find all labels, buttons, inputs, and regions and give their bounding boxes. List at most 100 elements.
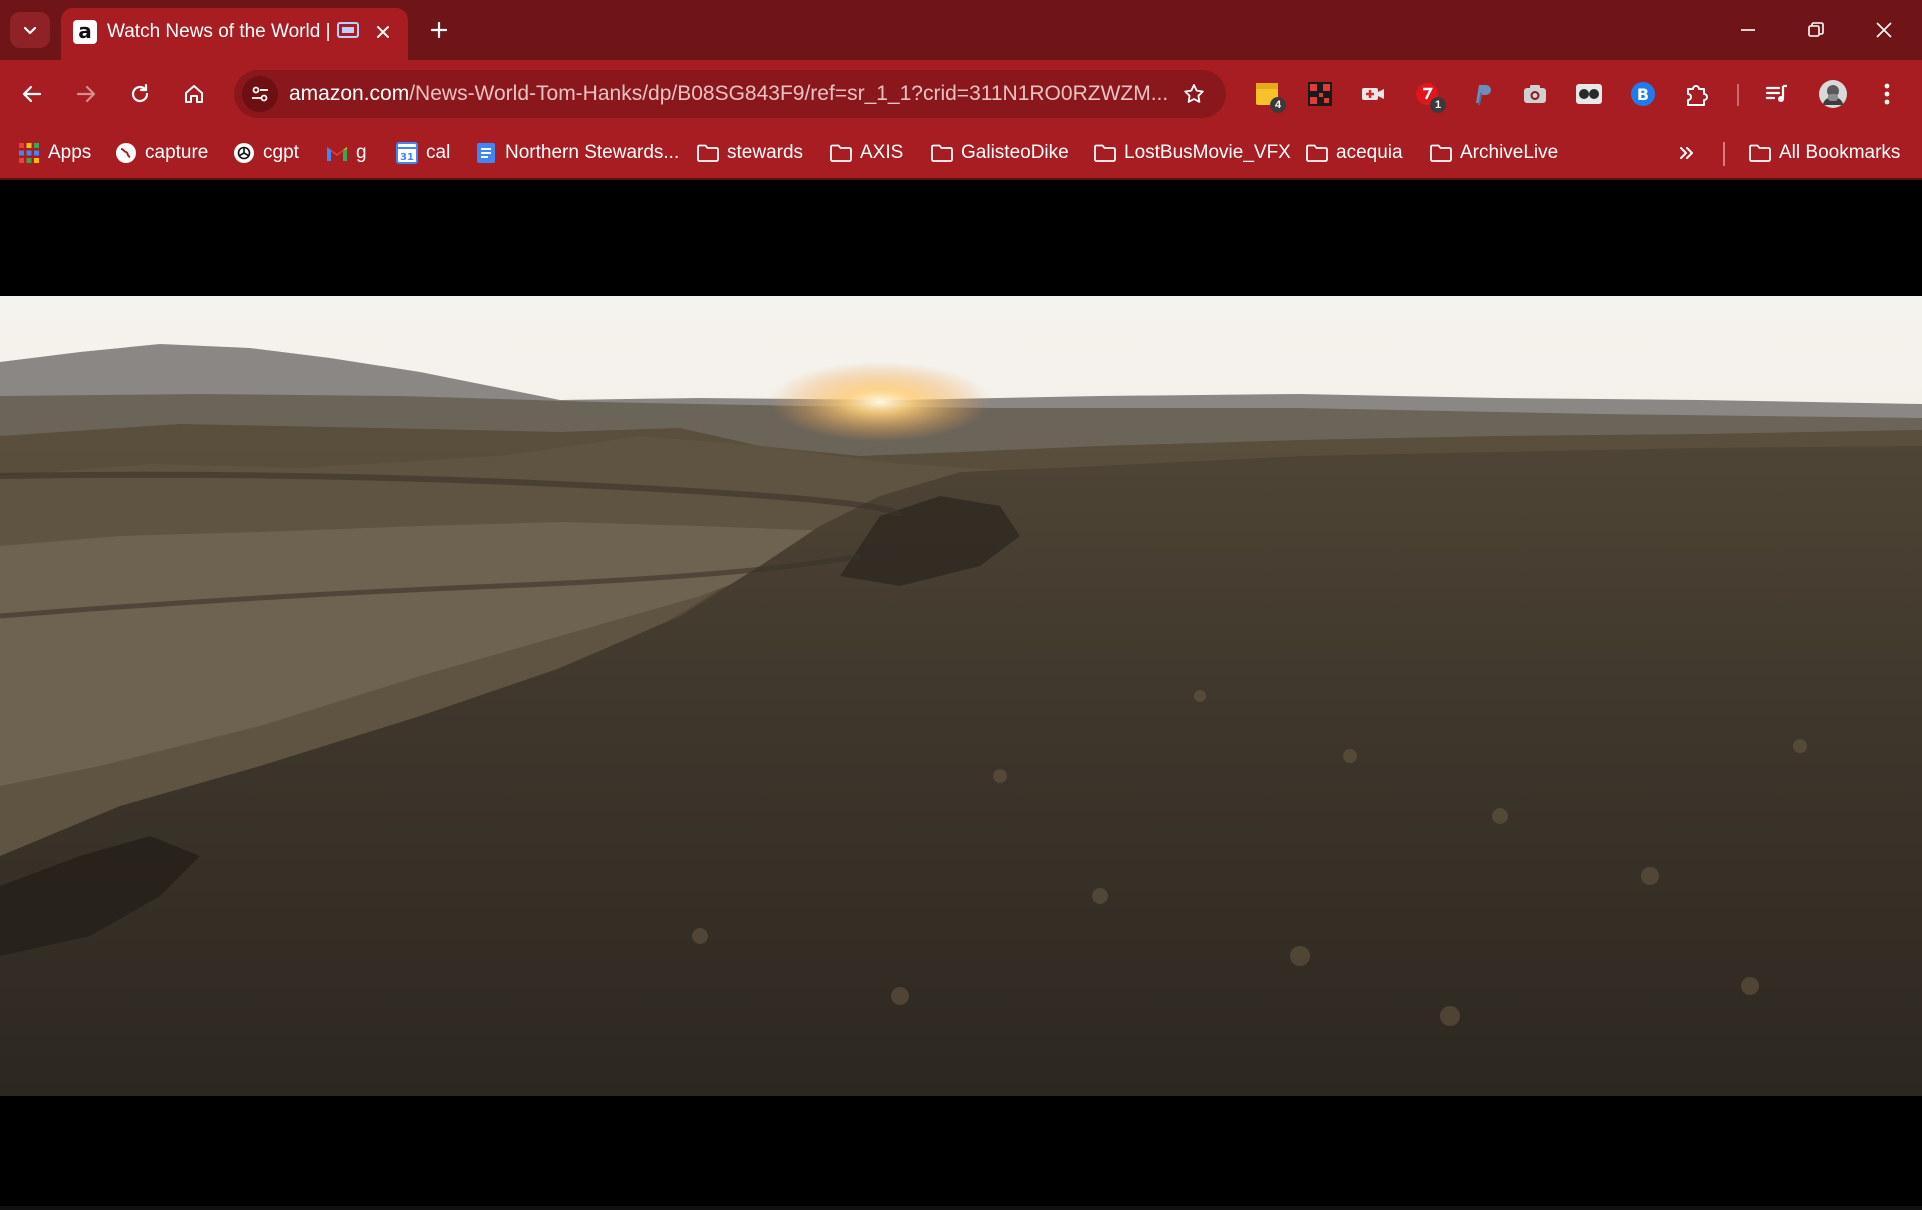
browser-menu-button[interactable] xyxy=(1870,77,1904,111)
restore-button[interactable] xyxy=(1788,10,1844,50)
paypal-extension-button[interactable] xyxy=(1464,77,1498,111)
tab-close-button[interactable] xyxy=(371,20,395,44)
qr-code-extension-button[interactable] xyxy=(1303,77,1337,111)
bottom-edge xyxy=(0,1206,1922,1210)
reload-button[interactable] xyxy=(120,74,160,114)
bookmark-capture[interactable]: capture xyxy=(115,138,208,168)
red-extension-button[interactable]: 1 xyxy=(1410,77,1446,113)
forward-button[interactable] xyxy=(66,74,106,114)
calendar-icon: 31 xyxy=(396,142,418,164)
folder-icon xyxy=(931,142,953,164)
folder-icon xyxy=(1094,142,1116,164)
folder-icon xyxy=(1306,142,1328,164)
home-icon xyxy=(185,85,203,103)
bookmark-folder-acequia[interactable]: acequia xyxy=(1306,138,1403,168)
globe-icon xyxy=(115,142,137,164)
minimize-icon xyxy=(1741,29,1755,31)
svg-text:31: 31 xyxy=(400,152,414,163)
media-controls-button[interactable] xyxy=(1760,77,1794,111)
playlist-music-icon xyxy=(1765,84,1787,102)
bookmark-label: LostBusMovie_VFX xyxy=(1124,142,1291,163)
home-button[interactable] xyxy=(174,74,214,114)
bookmark-label: Northern Stewards... xyxy=(505,142,680,163)
close-window-button[interactable] xyxy=(1856,10,1912,50)
profile-avatar-button[interactable] xyxy=(1816,77,1850,111)
bookmark-label: Apps xyxy=(48,142,92,163)
plus-icon xyxy=(430,21,448,39)
more-vertical-icon xyxy=(1884,83,1890,105)
bookmark-folder-galisteodike[interactable]: GalisteoDike xyxy=(931,138,1069,168)
active-tab[interactable]: a Watch News of the World | xyxy=(61,8,408,60)
bookmark-g[interactable]: g xyxy=(326,138,367,168)
minimize-button[interactable] xyxy=(1720,10,1776,50)
cast-icon xyxy=(337,22,359,38)
bookmark-northern-stewards[interactable]: Northern Stewards... xyxy=(475,138,679,168)
folder-icon xyxy=(1430,142,1452,164)
extension-badge: 1 xyxy=(1430,97,1446,113)
bookmark-label: AXIS xyxy=(860,142,904,163)
toolbar-separator xyxy=(1737,84,1739,106)
new-tab-button[interactable] xyxy=(423,14,455,46)
docs-icon xyxy=(475,142,497,164)
tune-icon xyxy=(252,86,268,102)
bookmark-folder-archivelive[interactable]: ArchiveLive xyxy=(1430,138,1558,168)
url-text[interactable]: amazon.com/News-World-Tom-Hanks/dp/B08SG… xyxy=(289,82,1169,106)
screenshot-extension-button[interactable] xyxy=(1518,77,1552,111)
back-button[interactable] xyxy=(12,74,52,114)
openai-icon xyxy=(233,142,255,164)
desert-landscape-image xyxy=(0,296,1922,1096)
bitwarden-extension-button[interactable]: B xyxy=(1626,77,1660,111)
folder-icon xyxy=(1749,142,1771,164)
arrow-right-icon xyxy=(76,85,96,103)
bookmarks-bar: Apps capture cgpt g 31 cal Northern Stew… xyxy=(0,128,1922,180)
bookmark-folder-lostbusmovie-vfx[interactable]: LostBusMovie_VFX xyxy=(1094,138,1291,168)
chevron-double-right-icon xyxy=(1676,142,1698,164)
close-icon xyxy=(1876,22,1892,38)
bookmark-label: GalisteoDike xyxy=(961,142,1069,163)
star-icon xyxy=(1184,84,1204,103)
amazon-favicon-icon: a xyxy=(73,20,97,44)
bookmark-cgpt[interactable]: cgpt xyxy=(233,138,299,168)
restore-icon xyxy=(1808,22,1824,37)
more-bookmarks-button[interactable] xyxy=(1676,138,1698,168)
folder-icon xyxy=(830,142,852,164)
address-bar[interactable]: amazon.com/News-World-Tom-Hanks/dp/B08SG… xyxy=(234,70,1226,118)
close-icon xyxy=(377,26,389,38)
bookmark-folder-axis[interactable]: AXIS xyxy=(830,138,903,168)
bookmark-label: acequia xyxy=(1336,142,1403,163)
glasses-icon xyxy=(1576,84,1602,104)
extensions-menu-button[interactable] xyxy=(1680,77,1714,111)
svg-text:B: B xyxy=(1637,85,1649,104)
video-frame[interactable] xyxy=(0,296,1922,1096)
url-path: /News-World-Tom-Hanks/dp/B08SG843F9/ref=… xyxy=(409,82,1169,105)
bookmark-label: All Bookmarks xyxy=(1779,142,1901,163)
bookmark-label: g xyxy=(356,142,367,163)
bookmark-label: cal xyxy=(426,142,451,163)
folder-icon xyxy=(697,142,719,164)
bitcoin-b-icon: B xyxy=(1631,82,1655,106)
camera-icon xyxy=(1524,85,1546,103)
qr-code-icon xyxy=(1308,82,1332,106)
bookmark-apps[interactable]: Apps xyxy=(18,138,91,168)
browser-toolbar: amazon.com/News-World-Tom-Hanks/dp/B08SG… xyxy=(0,60,1922,128)
bookmark-star-button[interactable] xyxy=(1180,80,1208,108)
extension-badge: 4 xyxy=(1270,97,1286,113)
video-extension-button[interactable] xyxy=(1356,77,1390,111)
bookmark-label: capture xyxy=(145,142,209,163)
bookmark-label: stewards xyxy=(727,142,804,163)
bookmark-folder-stewards[interactable]: stewards xyxy=(697,138,803,168)
reload-icon xyxy=(131,83,149,103)
gmail-icon xyxy=(326,142,348,164)
sticky-notes-extension-button[interactable]: 4 xyxy=(1250,77,1286,113)
site-info-button[interactable] xyxy=(242,76,278,112)
puzzle-piece-icon xyxy=(1687,85,1708,106)
bookmarks-separator xyxy=(1723,142,1725,166)
glasses-extension-button[interactable] xyxy=(1572,77,1606,111)
bookmark-all-bookmarks[interactable]: All Bookmarks xyxy=(1749,138,1900,168)
bookmark-cal[interactable]: 31 cal xyxy=(396,138,450,168)
arrow-left-icon xyxy=(22,85,42,103)
url-host: amazon.com xyxy=(289,82,410,105)
chevron-down-icon xyxy=(23,26,37,35)
tab-search-button[interactable] xyxy=(10,12,50,48)
video-player[interactable] xyxy=(0,182,1922,1210)
